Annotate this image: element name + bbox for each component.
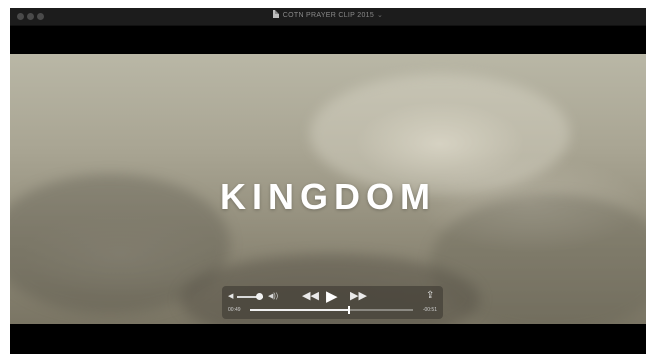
remaining-time: -00:51 (422, 307, 437, 313)
window-title: COTN PRAYER CLIP 2015 (282, 12, 375, 19)
video-frame[interactable]: KINGDOM (10, 54, 646, 324)
playback-controls[interactable]: ◀ ◀)) ◀◀ ▶ ▶▶ ⇪ 00:49 -00:51 (222, 286, 443, 319)
progress-scrubber[interactable] (250, 306, 413, 314)
rewind-button[interactable]: ◀◀ (302, 289, 319, 302)
quicktime-window: COTN PRAYER CLIP 2015 ⌄ KINGDOM ◀ ◀)) ◀◀ … (10, 8, 646, 354)
volume-slider-knob[interactable] (255, 293, 263, 300)
title-chevron-icon[interactable]: ⌄ (377, 12, 383, 19)
share-button[interactable]: ⇪ (426, 290, 434, 301)
progress-fill (250, 309, 350, 311)
speaker-low-icon[interactable]: ◀ (228, 292, 233, 300)
elapsed-time: 00:49 (228, 307, 241, 313)
play-button[interactable]: ▶ (326, 287, 338, 305)
title-bar[interactable]: COTN PRAYER CLIP 2015 ⌄ (10, 8, 646, 26)
playhead[interactable] (348, 306, 351, 314)
video-overlay-title: KINGDOM (220, 176, 436, 217)
speaker-high-icon[interactable]: ◀)) (268, 292, 278, 300)
fast-forward-button[interactable]: ▶▶ (350, 289, 367, 302)
window-title-group[interactable]: COTN PRAYER CLIP 2015 ⌄ (10, 10, 646, 22)
document-icon (272, 10, 279, 18)
